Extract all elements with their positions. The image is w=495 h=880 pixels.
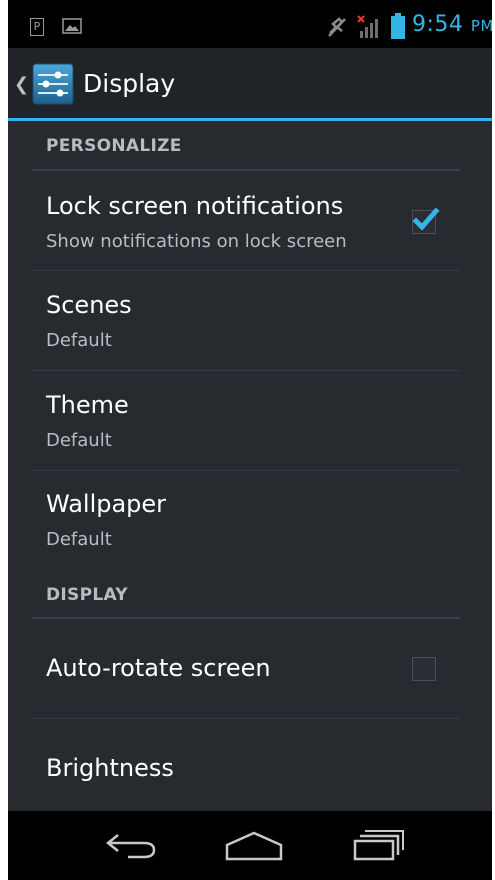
parking-notification-icon: P (30, 18, 44, 36)
recents-icon[interactable] (352, 829, 406, 867)
mute-icon (326, 16, 348, 42)
settings-sliders-icon[interactable] (30, 61, 76, 111)
category-display: DISPLAY (32, 571, 460, 619)
signal-icon (356, 14, 386, 44)
pref-theme[interactable]: Theme Default (8, 371, 492, 470)
pref-title: Theme (46, 391, 129, 419)
pref-title: Brightness (46, 754, 174, 782)
up-chevron-icon[interactable]: ❮ (14, 74, 29, 95)
home-icon[interactable] (224, 829, 284, 867)
clock-ampm: PM (470, 17, 492, 35)
navigation-bar (8, 811, 492, 880)
phone-screen: P 9:54 PM ❮ Display PERSONALIZE Lock scr… (8, 0, 492, 880)
pref-wallpaper[interactable]: Wallpaper Default (8, 471, 492, 571)
battery-icon (391, 13, 405, 43)
checkmark-icon (412, 207, 440, 231)
action-bar[interactable]: ❮ Display (8, 48, 492, 120)
image-notification-icon (62, 18, 82, 38)
pref-brightness[interactable]: Brightness (8, 719, 492, 811)
pref-summary: Default (46, 529, 112, 550)
clock-time: 9:54 (412, 12, 464, 37)
pref-scenes[interactable]: Scenes Default (8, 271, 492, 370)
auto-rotate-checkbox[interactable] (412, 657, 436, 681)
back-icon[interactable] (104, 829, 160, 867)
category-personalize: PERSONALIZE (32, 121, 460, 171)
status-clock: 9:54 PM (412, 12, 492, 37)
pref-auto-rotate-screen[interactable]: Auto-rotate screen (8, 619, 492, 717)
pref-lock-screen-notifications[interactable]: Lock screen notifications Show notificat… (8, 171, 492, 270)
pref-summary: Show notifications on lock screen (46, 231, 347, 252)
pref-summary: Default (46, 430, 112, 451)
category-header: PERSONALIZE (46, 136, 182, 156)
lock-screen-notifications-checkbox[interactable] (412, 207, 440, 234)
status-bar: P 9:54 PM (8, 0, 492, 48)
pref-title: Auto-rotate screen (46, 654, 271, 682)
pref-title: Scenes (46, 291, 132, 319)
pref-summary: Default (46, 330, 112, 351)
page-title: Display (83, 69, 176, 98)
settings-list[interactable]: PERSONALIZE Lock screen notifications Sh… (8, 121, 492, 811)
category-header: DISPLAY (46, 585, 128, 605)
pref-title: Wallpaper (46, 490, 167, 518)
pref-title: Lock screen notifications (46, 192, 344, 220)
